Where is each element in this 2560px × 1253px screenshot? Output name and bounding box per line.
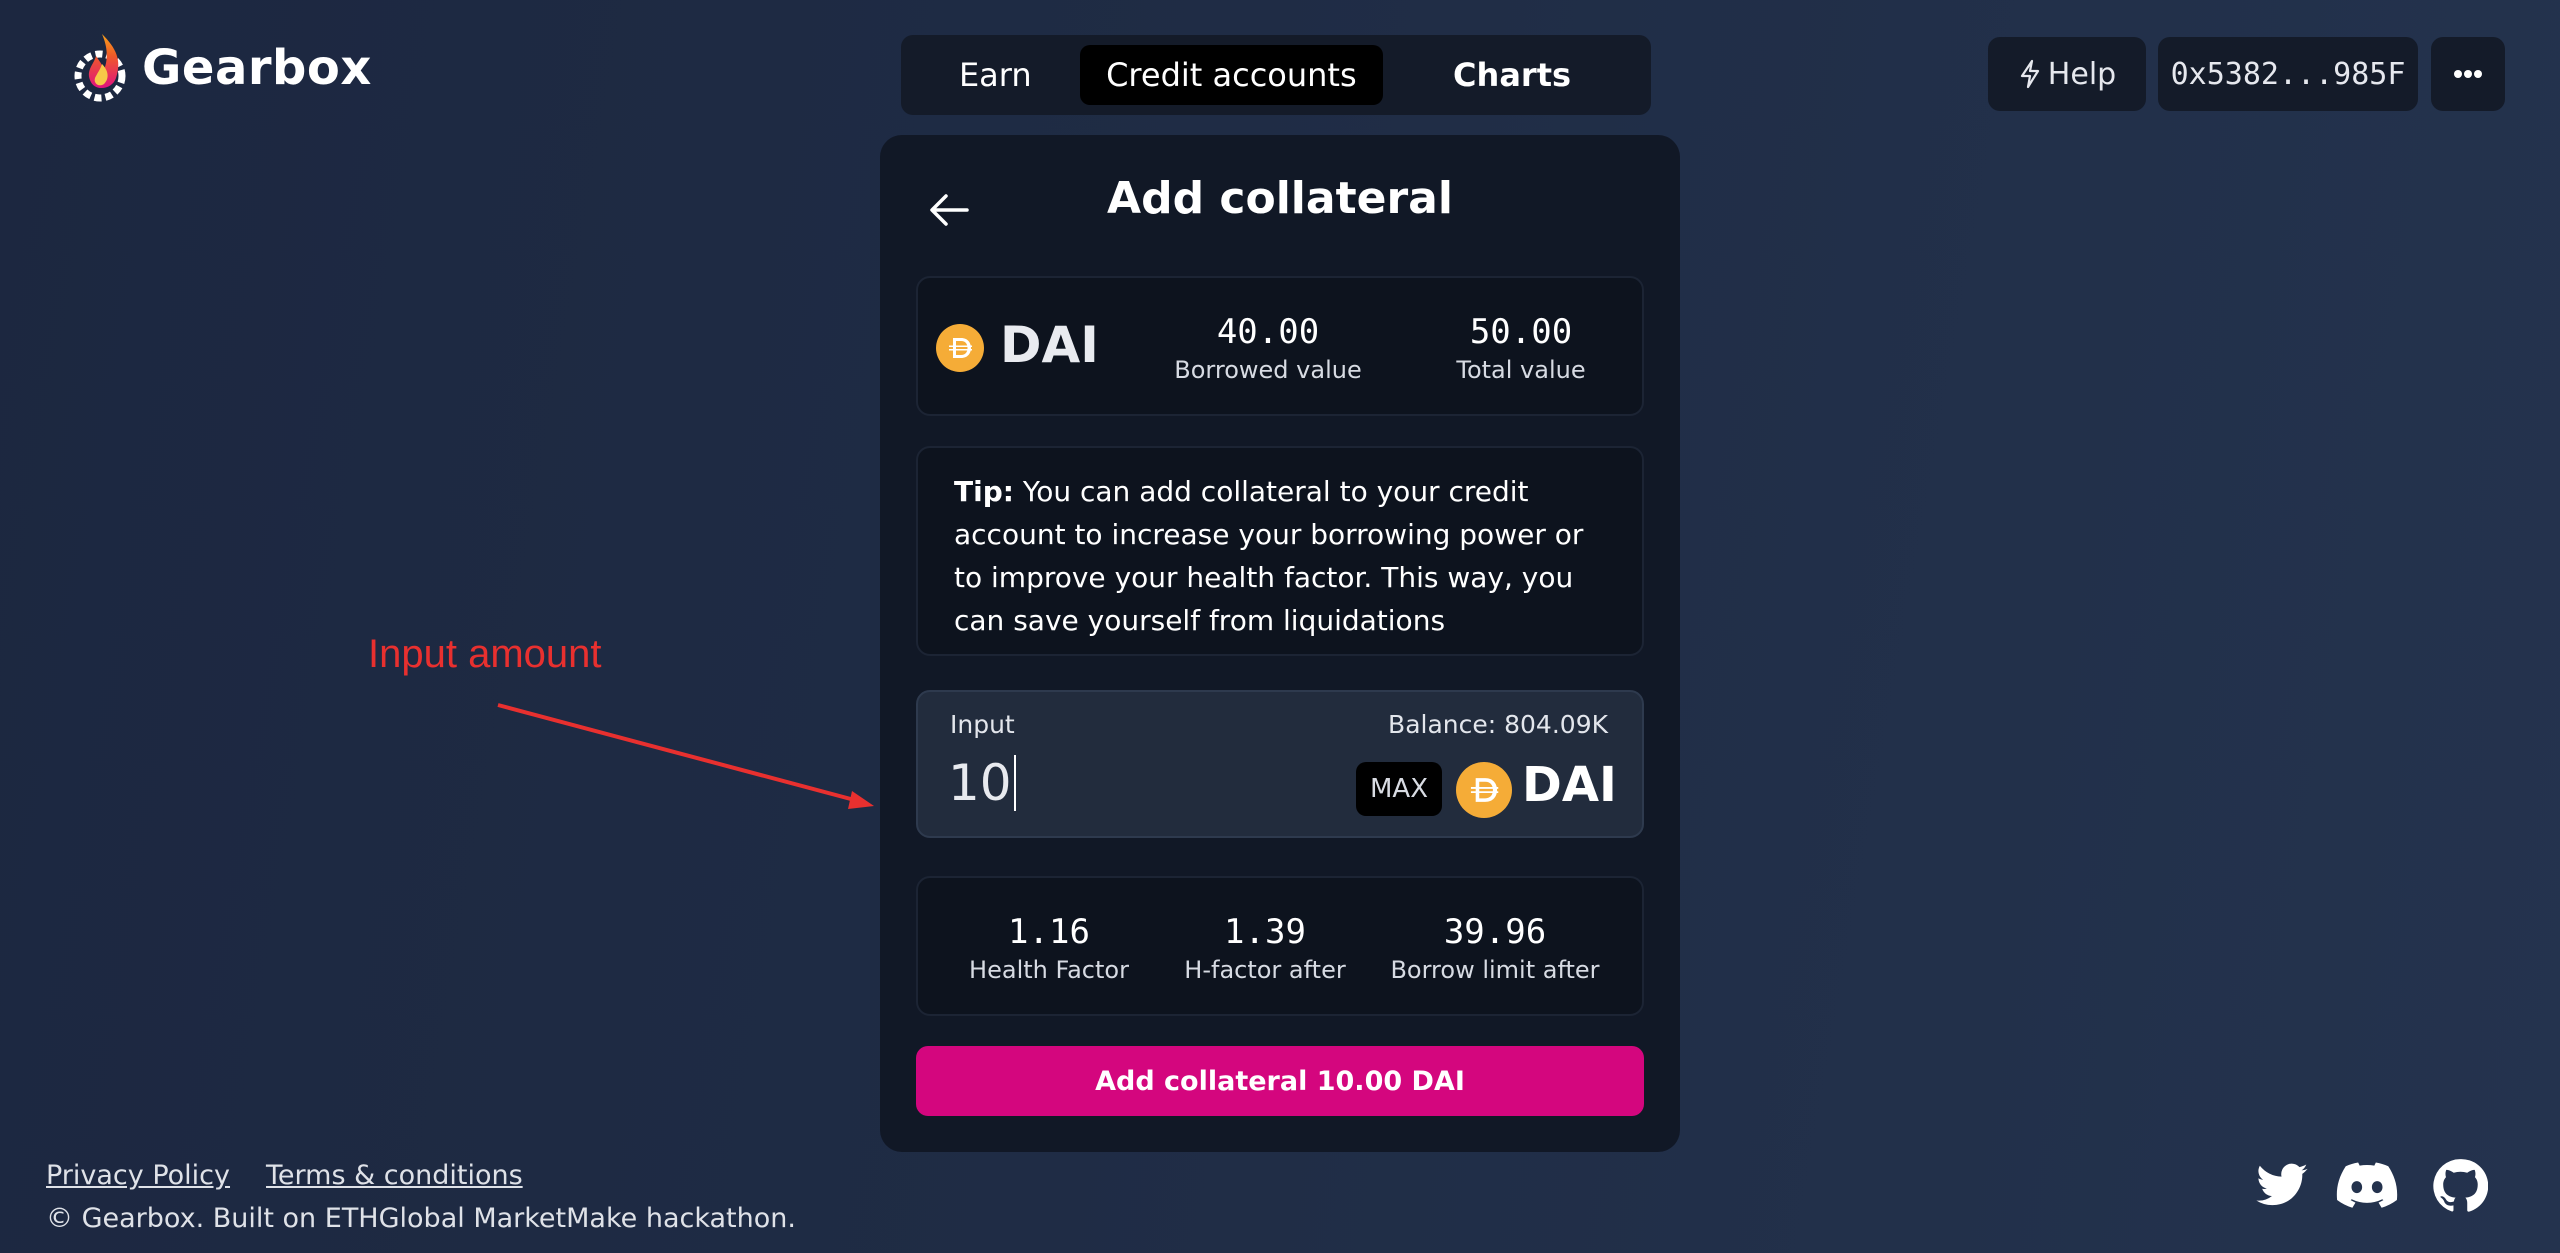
total-value: 50.00 <box>1469 312 1573 352</box>
annotation-label: Input amount <box>368 632 602 676</box>
brand-name: Gearbox <box>142 40 372 96</box>
borrowed-value: 40.00 <box>1216 312 1320 352</box>
tip-text: You can add collateral to your credit ac… <box>954 475 1584 637</box>
copyright-text: © Gearbox. Built on ETHGlobal MarketMake… <box>46 1203 796 1234</box>
more-dots-icon <box>2454 70 2482 78</box>
main-nav: Earn Credit accounts Charts <box>901 35 1651 115</box>
footer-links: Privacy Policy Terms & conditions <box>46 1160 523 1191</box>
twitter-icon[interactable] <box>2254 1158 2310 1214</box>
token-summary-panel: DAI 40.00 Borrowed value 50.00 Total val… <box>916 276 1644 416</box>
total-value-label: Total value <box>1456 356 1586 384</box>
balance-text: Balance: 804.09K <box>1388 710 1608 739</box>
wallet-address: 0x5382...985F <box>2170 56 2406 92</box>
input-token-symbol: DAI <box>1522 757 1617 813</box>
wallet-address-button[interactable]: 0x5382...985F <box>2158 37 2418 111</box>
input-label: Input <box>950 710 1015 739</box>
health-factor-panel: 1.16 Health Factor 1.39 H-factor after 3… <box>916 876 1644 1016</box>
h-factor-after-label: H-factor after <box>1184 956 1346 984</box>
terms-link[interactable]: Terms & conditions <box>266 1160 523 1191</box>
add-collateral-card: Add collateral DAI 40.00 Borrowed value … <box>880 135 1680 1152</box>
borrow-limit-after-stat: 39.96 Borrow limit after <box>1380 912 1610 984</box>
health-factor-stat: 1.16 Health Factor <box>918 912 1180 984</box>
add-collateral-button[interactable]: Add collateral 10.00 DAI <box>916 1046 1644 1116</box>
help-label: Help <box>2047 56 2117 92</box>
annotation-arrow-icon <box>497 703 874 809</box>
amount-input[interactable]: 10 <box>948 754 1016 812</box>
token-symbol: DAI <box>1000 316 1099 374</box>
github-icon[interactable] <box>2432 1158 2489 1214</box>
lightning-icon <box>2020 59 2039 89</box>
tab-credit-accounts[interactable]: Credit accounts <box>1079 45 1384 105</box>
health-factor-value: 1.16 <box>1008 912 1090 952</box>
borrowed-value-label: Borrowed value <box>1174 356 1362 384</box>
h-factor-after-value: 1.39 <box>1224 912 1306 952</box>
dai-coin-icon <box>1456 762 1512 818</box>
privacy-policy-link[interactable]: Privacy Policy <box>46 1160 230 1191</box>
tip-label: Tip: <box>954 475 1014 508</box>
card-title: Add collateral <box>1107 173 1453 224</box>
amount-value: 10 <box>948 754 1012 812</box>
total-value-stat: 50.00 Total value <box>1401 312 1641 384</box>
more-menu-button[interactable] <box>2431 37 2505 111</box>
gearbox-logo[interactable]: Gearbox <box>72 30 372 106</box>
h-factor-after-stat: 1.39 H-factor after <box>1150 912 1380 984</box>
amount-input-box[interactable]: Input Balance: 804.09K 10 MAX DAI <box>916 690 1644 838</box>
dai-coin-icon <box>936 324 984 372</box>
tab-charts[interactable]: Charts <box>1383 45 1641 105</box>
max-button[interactable]: MAX <box>1356 762 1442 816</box>
tab-earn[interactable]: Earn <box>911 45 1080 105</box>
tip-box: Tip: You can add collateral to your cred… <box>916 446 1644 656</box>
discord-icon[interactable] <box>2336 1158 2398 1214</box>
help-button[interactable]: Help <box>1988 37 2146 111</box>
gearbox-flame-gear-icon <box>74 34 126 102</box>
health-factor-label: Health Factor <box>969 956 1129 984</box>
borrow-limit-after-value: 39.96 <box>1443 912 1547 952</box>
borrow-limit-after-label: Borrow limit after <box>1390 956 1600 984</box>
borrowed-value-stat: 40.00 Borrowed value <box>1148 312 1388 384</box>
text-caret <box>1013 755 1016 811</box>
